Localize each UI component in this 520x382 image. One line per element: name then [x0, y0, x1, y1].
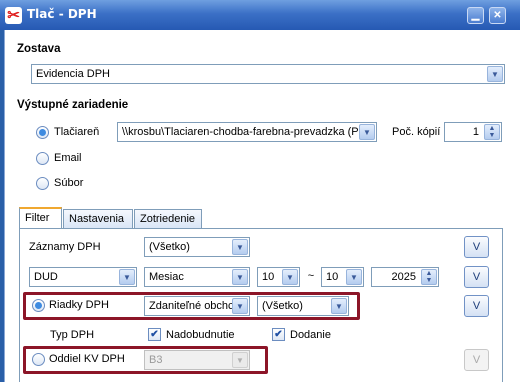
range-separator: ~	[307, 270, 315, 282]
chevron-down-icon: ▼	[232, 352, 248, 368]
copies-value: 1	[472, 126, 479, 138]
chevron-down-icon[interactable]: ▼	[487, 66, 503, 82]
records-v-button[interactable]: V	[464, 236, 489, 258]
chevron-down-icon[interactable]: ▼	[119, 269, 135, 285]
spinner-icon[interactable]: ▲ ▼	[421, 269, 437, 285]
copies-label: Poč. kópií	[392, 126, 441, 138]
section-select: B3 ▼	[144, 350, 250, 370]
filter-panel: Záznamy DPH (Všetko) ▼ V DUD ▼ Mesiac ▼ …	[19, 228, 503, 382]
period-v-button[interactable]: V	[464, 266, 489, 288]
section-v-button: V	[464, 349, 489, 371]
chevron-down-icon[interactable]: ▼	[232, 269, 248, 285]
section-label: Oddiel KV DPH	[49, 353, 125, 365]
output-device-label: Výstupné zariadenie	[17, 99, 129, 111]
year-stepper[interactable]: 2025 ▲ ▼	[371, 267, 439, 287]
printer-select-value: \\krosbu\Tlaciaren-chodba-farebna-prevad…	[122, 126, 358, 138]
supply-checkbox[interactable]: ✔	[272, 328, 285, 341]
title-bar: ✂ Tlač - DPH ▁ ✕	[0, 0, 520, 30]
email-label: Email	[54, 152, 82, 164]
tab-settings[interactable]: Nastavenia	[63, 209, 133, 229]
close-button[interactable]: ✕	[489, 7, 506, 24]
tab-sorting[interactable]: Zotriedenie	[134, 209, 202, 229]
copies-stepper[interactable]: 1 ▲ ▼	[444, 122, 502, 142]
rows-detail-select[interactable]: (Všetko) ▼	[257, 296, 349, 316]
records-select[interactable]: (Všetko) ▼	[144, 237, 250, 257]
spinner-icon[interactable]: ▲ ▼	[484, 124, 500, 140]
chevron-down-icon[interactable]: ▼	[232, 239, 248, 255]
dialog-client: Zostava Evidencia DPH ▼ Výstupné zariade…	[4, 30, 520, 382]
minimize-icon: ▁	[471, 10, 480, 21]
email-radio[interactable]	[36, 152, 49, 165]
rows-select[interactable]: Zdaniteľné obchc ▼	[144, 296, 250, 316]
acquisition-checkbox[interactable]: ✔	[148, 328, 161, 341]
rows-radio[interactable]	[32, 299, 45, 312]
rows-label: Riadky DPH	[49, 299, 109, 311]
report-select-value: Evidencia DPH	[36, 68, 110, 80]
window-title: Tlač - DPH	[27, 7, 97, 21]
supply-label: Dodanie	[290, 329, 331, 341]
doc-type-select[interactable]: DUD ▼	[29, 267, 137, 287]
printer-label: Tlačiareň	[54, 126, 100, 138]
period-from-select[interactable]: 10 ▼	[257, 267, 300, 287]
printer-radio[interactable]	[36, 126, 49, 139]
chevron-down-icon[interactable]: ▼	[282, 269, 298, 285]
chevron-down-icon[interactable]: ▼	[331, 298, 347, 314]
period-to-select[interactable]: 10 ▼	[321, 267, 364, 287]
tab-filter[interactable]: Filter	[19, 207, 62, 230]
vat-type-label: Typ DPH	[50, 329, 95, 341]
file-radio[interactable]	[36, 177, 49, 190]
period-select[interactable]: Mesiac ▼	[144, 267, 250, 287]
printer-select[interactable]: \\krosbu\Tlaciaren-chodba-farebna-prevad…	[117, 122, 377, 142]
report-label: Zostava	[17, 43, 61, 55]
report-select[interactable]: Evidencia DPH ▼	[31, 64, 505, 84]
records-label: Záznamy DPH	[29, 241, 101, 253]
scissors-icon: ✂	[5, 7, 22, 24]
section-radio[interactable]	[32, 353, 45, 366]
chevron-down-icon[interactable]: ▼	[346, 269, 362, 285]
acquisition-label: Nadobudnutie	[166, 329, 235, 341]
rows-v-button[interactable]: V	[464, 295, 489, 317]
chevron-down-icon[interactable]: ▼	[232, 298, 248, 314]
chevron-down-icon[interactable]: ▼	[359, 124, 375, 140]
close-icon: ✕	[493, 10, 502, 21]
file-label: Súbor	[54, 177, 84, 189]
minimize-button[interactable]: ▁	[467, 7, 484, 24]
